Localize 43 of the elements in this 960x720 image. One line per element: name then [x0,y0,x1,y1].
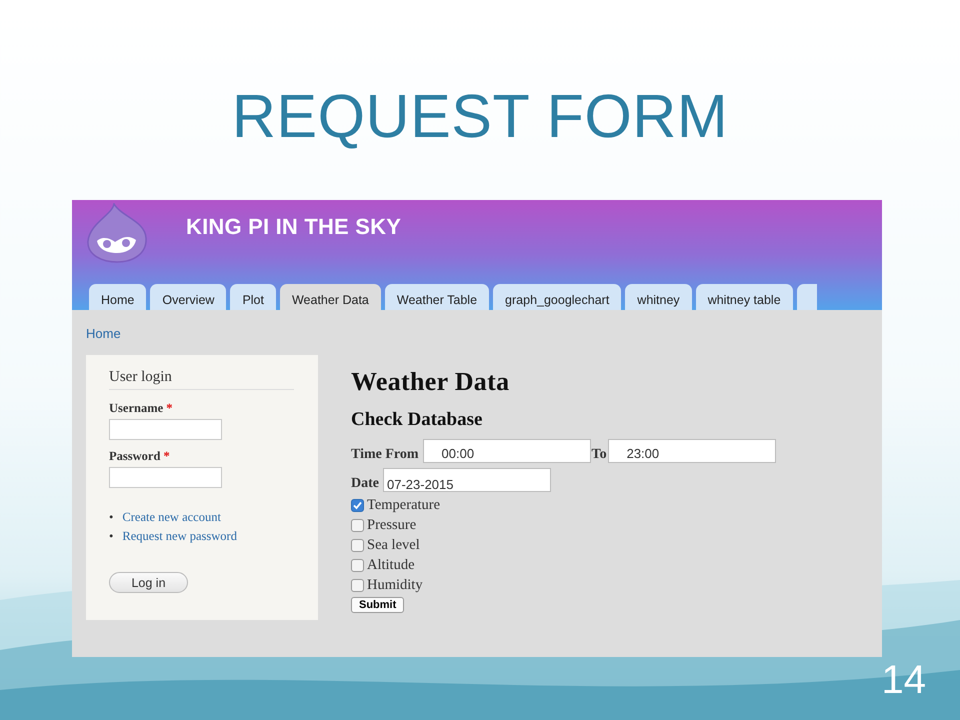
time-from-field[interactable]: 00:00 [422,439,591,463]
date-field[interactable]: 07-23-2015 [383,468,551,492]
nav-tab[interactable]: Overview [150,284,226,310]
checkbox[interactable] [351,499,364,512]
account-link[interactable]: Create new account [122,510,221,525]
text-field[interactable] [109,419,222,440]
submit-button[interactable]: Submit [351,596,404,613]
checkbox-label: Altitude [367,556,415,574]
field-label: Username * [109,401,174,416]
account-link[interactable]: Request new password [122,529,237,544]
site-name: KING PI IN THE SKY [186,214,402,240]
checkbox-label: Temperature [367,497,440,514]
text-field[interactable] [109,467,222,488]
nav-tab[interactable]: graph_googlechart [493,284,622,310]
checkbox[interactable] [351,558,364,572]
login-button[interactable]: Log in [109,572,188,593]
nav-tab-edge[interactable] [796,284,817,310]
login-title: User login [109,369,294,390]
field-label: Date [351,476,379,492]
checkbox-label: Pressure [367,517,416,534]
nav-tab[interactable]: Weather Table [384,284,490,310]
field-label: To [592,447,607,463]
nav-tab[interactable]: Weather Data [280,284,381,310]
nav-tab[interactable]: Home [89,284,146,310]
section-heading: Check Database [351,409,484,431]
nav-tab[interactable]: Plot [230,284,276,310]
bullet: • [109,510,114,525]
checkbox[interactable] [351,538,364,552]
page-heading: Weather Data [351,367,510,397]
breadcrumb-link[interactable]: Home [86,326,868,341]
drop-logo-icon [84,203,150,263]
slide-title: REQUEST FORM [232,82,728,150]
checkbox[interactable] [351,578,364,592]
slide-number: 14 [882,658,926,703]
field-label: Time From [351,447,419,463]
checkbox-label: Humidity [367,576,423,594]
checkbox[interactable] [351,519,364,532]
checkbox-label: Sea level [367,536,420,554]
nav-tab[interactable]: whitney table [696,284,793,310]
field-label: Password * [109,449,171,464]
nav-tab[interactable]: whitney [625,284,692,310]
bullet: • [109,529,114,544]
time-to-field[interactable]: 23:00 [608,439,776,463]
